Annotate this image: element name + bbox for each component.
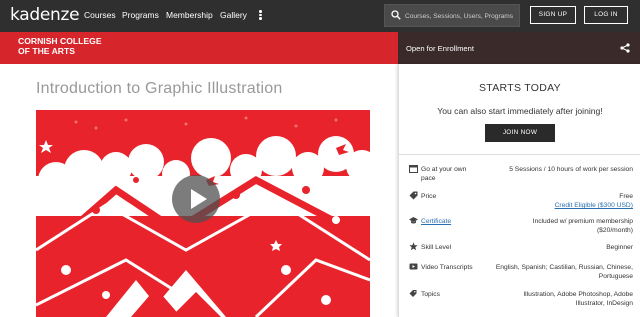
enrollment-card: STARTS TODAY You can also start immediat…	[398, 64, 640, 317]
start-subtitle: You can also start immediately after joi…	[437, 106, 603, 116]
pace-label-line1: Go at your own	[421, 166, 467, 173]
detail-row-certificate: Certificate Included w/ premium membersh…	[409, 216, 633, 236]
transcripts-value-line2: Portuguese	[598, 273, 633, 280]
school-name[interactable]: CORNISH COLLEGE OF THE ARTS	[18, 36, 178, 56]
play-button[interactable]	[172, 175, 220, 223]
nav-membership[interactable]: Membership	[166, 10, 213, 20]
graduation-cap-icon	[409, 217, 418, 224]
course-video-thumbnail[interactable]	[36, 110, 370, 317]
search-icon	[391, 10, 401, 20]
star-icon	[409, 242, 418, 251]
course-title: Introduction to Graphic Illustration	[36, 80, 283, 97]
topics-label: Topics	[421, 291, 440, 298]
enrollment-status: Open for Enrollment	[406, 44, 474, 53]
share-icon[interactable]	[620, 43, 630, 53]
certificate-value-line1: Included w/ premium membership	[532, 218, 633, 225]
topics-value: Illustration, Adobe Photoshop, Adobe Ill…	[523, 290, 633, 308]
price-value: Free Credit Eligible ($300 USD)	[555, 192, 633, 210]
certificate-value: Included w/ premium membership ($20/mont…	[533, 217, 633, 235]
transcripts-label: Video Transcripts	[421, 264, 473, 271]
search-input[interactable]	[405, 9, 517, 23]
join-now-button[interactable]: JOIN NOW	[485, 124, 555, 142]
calendar-icon	[409, 165, 418, 173]
school-banner: CORNISH COLLEGE OF THE ARTS Open for Enr…	[0, 32, 640, 64]
certificate-value-line2: ($20/month)	[596, 227, 633, 234]
top-navigation-bar: kadenze Courses Programs Membership Gall…	[0, 0, 640, 32]
price-label: Price	[421, 193, 437, 200]
more-menu-icon[interactable]	[258, 9, 263, 23]
enrollment-header: Open for Enrollment	[398, 32, 640, 64]
play-icon	[191, 189, 207, 209]
tags-icon	[409, 290, 417, 297]
credit-eligible-link[interactable]: Credit Eligible ($300 USD)	[555, 201, 633, 210]
log-in-button[interactable]: LOG IN	[584, 6, 628, 24]
kadenze-logo[interactable]: kadenze	[10, 5, 80, 25]
sign-up-button[interactable]: SIGN UP	[530, 6, 576, 24]
detail-row-skill: Skill Level Beginner	[409, 242, 633, 254]
nav-gallery[interactable]: Gallery	[220, 10, 247, 20]
transcripts-value: English, Spanish; Castilian, Russian, Ch…	[496, 263, 633, 281]
detail-row-pace: Go at your own pace 5 Sessions / 10 hour…	[409, 164, 633, 186]
skill-label: Skill Level	[421, 244, 452, 251]
detail-row-topics: Topics Illustration, Adobe Photoshop, Ad…	[409, 289, 633, 309]
card-divider	[399, 154, 640, 155]
pace-label-line2: pace	[421, 175, 436, 182]
search-bar[interactable]	[384, 4, 520, 27]
topics-value-line2: Illustrator, InDesign	[575, 300, 633, 307]
skill-value: Beginner	[606, 244, 633, 251]
price-free: Free	[619, 193, 633, 200]
pace-value: 5 Sessions / 10 hours of work per sessio…	[509, 166, 633, 173]
school-name-line2: OF THE ARTS	[18, 46, 75, 56]
certificate-link[interactable]: Certificate	[421, 217, 451, 226]
detail-row-price: Price Free Credit Eligible ($300 USD)	[409, 191, 633, 211]
school-name-line1: CORNISH COLLEGE	[18, 36, 102, 46]
nav-programs[interactable]: Programs	[122, 10, 159, 20]
starts-heading: STARTS TODAY	[479, 82, 561, 94]
video-icon	[409, 263, 418, 270]
nav-courses[interactable]: Courses	[84, 10, 116, 20]
transcripts-value-line1: English, Spanish; Castilian, Russian, Ch…	[495, 264, 633, 271]
detail-row-transcripts: Video Transcripts English, Spanish; Cast…	[409, 262, 633, 282]
topics-value-line1: Illustration, Adobe Photoshop, Adobe	[523, 291, 633, 298]
tag-icon	[409, 191, 418, 200]
pace-label: Go at your own pace	[421, 165, 466, 183]
